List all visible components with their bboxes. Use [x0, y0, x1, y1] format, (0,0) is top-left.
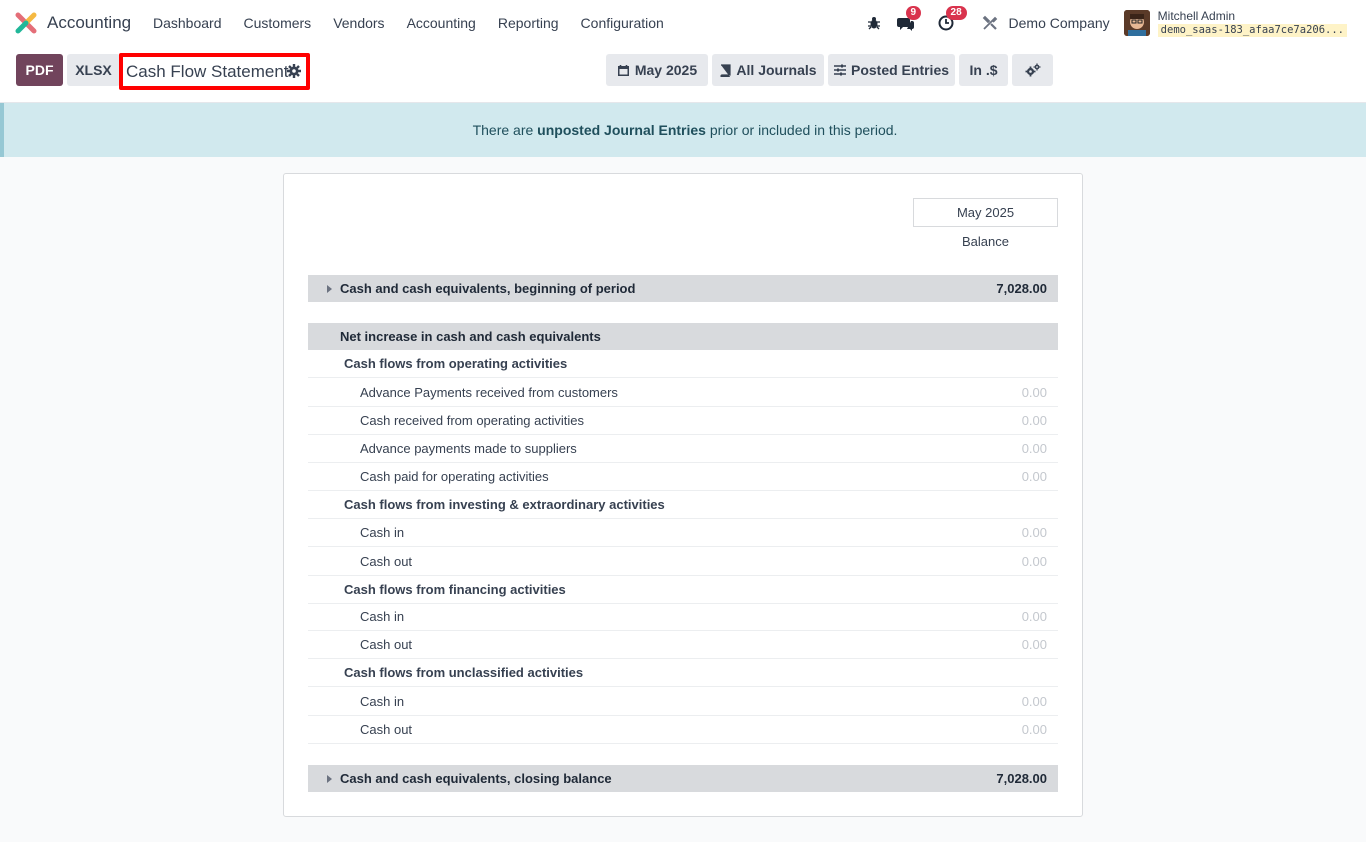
- row-value: 0.00: [1021, 694, 1047, 709]
- activities-count-badge: 28: [945, 6, 967, 20]
- alert-text-after: prior or included in this period.: [705, 122, 898, 138]
- row-value: 0.00: [1021, 609, 1047, 624]
- systray: 9 28 Demo Company Mitchell Admin demo_sa…: [863, 0, 1366, 46]
- report-line-row: Cash paid for operating activities 0.00: [308, 463, 1058, 491]
- cash-flow-report: May 2025 Balance Cash and cash equivalen…: [283, 173, 1083, 817]
- journals-filter-label: All Journals: [736, 62, 817, 78]
- report-line-row: Cash in 0.00: [308, 603, 1058, 631]
- report-line-row: Advance Payments received from customers…: [308, 379, 1058, 407]
- report-section-row[interactable]: Cash and cash equivalents, closing balan…: [308, 765, 1058, 792]
- alert-text-before: There are: [472, 122, 538, 138]
- report-line-row: Cash in 0.00: [308, 519, 1058, 547]
- report-group-row: Cash flows from financing activities: [308, 576, 1058, 604]
- caret-right-icon[interactable]: [327, 284, 332, 293]
- xlsx-export-button[interactable]: XLSX: [67, 54, 120, 86]
- row-label: Cash in: [360, 609, 405, 624]
- user-menu[interactable]: Mitchell Admin demo_saas-183_afaa7ce7a20…: [1157, 8, 1347, 37]
- row-label: Cash out: [360, 722, 413, 737]
- debug-bug-icon[interactable]: [863, 12, 885, 34]
- row-value: 0.00: [1021, 441, 1047, 456]
- gear-icon[interactable]: [287, 64, 301, 78]
- report-title-box: Cash Flow Statement: [119, 53, 310, 90]
- menu-vendors[interactable]: Vendors: [322, 15, 395, 31]
- entries-filter-button[interactable]: Posted Entries: [828, 54, 955, 86]
- main-menu: Dashboard Customers Vendors Accounting R…: [142, 0, 675, 46]
- alert-text-bold: unposted Journal Entries: [537, 122, 706, 138]
- row-label: Cash out: [360, 637, 413, 652]
- report-line-row: Cash out 0.00: [308, 716, 1058, 744]
- book-icon: [720, 63, 732, 77]
- report-section-row: Net increase in cash and cash equivalent…: [308, 323, 1058, 350]
- control-panel: PDF XLSX Cash Flow Statement May 2025 Al…: [0, 46, 1366, 103]
- row-value: 7,028.00: [996, 281, 1047, 296]
- report-group-row: Cash flows from operating activities: [308, 350, 1058, 378]
- report-group-row: Cash flows from unclassified activities: [308, 659, 1058, 687]
- row-label: Advance payments made to suppliers: [360, 441, 577, 456]
- accounting-app-icon[interactable]: [15, 12, 37, 34]
- row-value: 0.00: [1021, 413, 1047, 428]
- row-label: Cash received from operating activities: [360, 413, 584, 428]
- report-line-row: Cash in 0.00: [308, 688, 1058, 716]
- caret-right-icon[interactable]: [327, 774, 332, 783]
- journals-filter-button[interactable]: All Journals: [712, 54, 824, 86]
- row-label: Cash in: [360, 525, 405, 540]
- row-value: 0.00: [1021, 469, 1047, 484]
- menu-customers[interactable]: Customers: [233, 15, 323, 31]
- user-name: Mitchell Admin: [1157, 8, 1236, 23]
- report-line-row: Cash received from operating activities 0…: [308, 407, 1058, 435]
- report-section-row[interactable]: Cash and cash equivalents, beginning of …: [308, 275, 1058, 302]
- column-header-period[interactable]: May 2025: [913, 198, 1058, 227]
- options-gears-button[interactable]: [1012, 54, 1053, 86]
- gears-icon: [1025, 63, 1040, 77]
- currency-filter-label: In .$: [969, 62, 998, 78]
- report-line-row: Cash out 0.00: [308, 548, 1058, 576]
- report-line-row: Cash out 0.00: [308, 631, 1058, 659]
- menu-dashboard[interactable]: Dashboard: [142, 15, 233, 31]
- row-label: Cash flows from unclassified activities: [344, 665, 584, 680]
- pdf-export-button[interactable]: PDF: [16, 54, 63, 86]
- company-switcher[interactable]: Demo Company: [1009, 15, 1110, 31]
- messages-icon[interactable]: 9: [895, 6, 922, 34]
- date-filter-button[interactable]: May 2025: [606, 54, 708, 86]
- date-filter-label: May 2025: [634, 62, 698, 78]
- menu-accounting[interactable]: Accounting: [396, 15, 487, 31]
- row-label: Cash in: [360, 694, 405, 709]
- column-subheader-balance: Balance: [962, 234, 1009, 249]
- row-value: 0.00: [1021, 637, 1047, 652]
- row-value: 0.00: [1021, 385, 1047, 400]
- calendar-icon: [617, 64, 629, 76]
- menu-reporting[interactable]: Reporting: [487, 15, 570, 31]
- messages-count-badge: 9: [905, 6, 922, 20]
- entries-filter-label: Posted Entries: [850, 62, 950, 78]
- row-label: Cash flows from investing & extraordinar…: [344, 497, 665, 512]
- report-title: Cash Flow Statement: [126, 61, 289, 81]
- activities-clock-icon[interactable]: 28: [935, 6, 967, 34]
- row-label: Cash paid for operating activities: [360, 469, 549, 484]
- row-label: Advance Payments received from customers: [360, 385, 618, 400]
- row-label: Cash flows from financing activities: [344, 582, 566, 597]
- row-value: 0.00: [1021, 525, 1047, 540]
- app-name[interactable]: Accounting: [47, 13, 131, 33]
- tools-icon[interactable]: [979, 12, 1001, 34]
- row-label: Cash out: [360, 554, 413, 569]
- report-line-row: Advance payments made to suppliers 0.00: [308, 435, 1058, 463]
- row-value: 0.00: [1021, 554, 1047, 569]
- unposted-entries-alert: There are unposted Journal Entries prior…: [0, 103, 1366, 157]
- sliders-icon: [833, 64, 846, 76]
- row-value: 0.00: [1021, 722, 1047, 737]
- user-avatar[interactable]: [1123, 10, 1150, 36]
- row-label: Cash and cash equivalents, closing balan…: [340, 771, 612, 786]
- row-label: Net increase in cash and cash equivalent…: [340, 329, 601, 344]
- row-label: Cash flows from operating activities: [344, 356, 568, 371]
- top-navbar: Accounting Dashboard Customers Vendors A…: [0, 0, 1366, 46]
- menu-configuration[interactable]: Configuration: [570, 15, 675, 31]
- row-value: 7,028.00: [996, 771, 1047, 786]
- row-label: Cash and cash equivalents, beginning of …: [340, 281, 636, 296]
- currency-filter-button[interactable]: In .$: [959, 54, 1008, 86]
- database-name: demo_saas-183_afaa7ce7a206...: [1157, 23, 1347, 37]
- report-group-row: Cash flows from investing & extraordinar…: [308, 491, 1058, 519]
